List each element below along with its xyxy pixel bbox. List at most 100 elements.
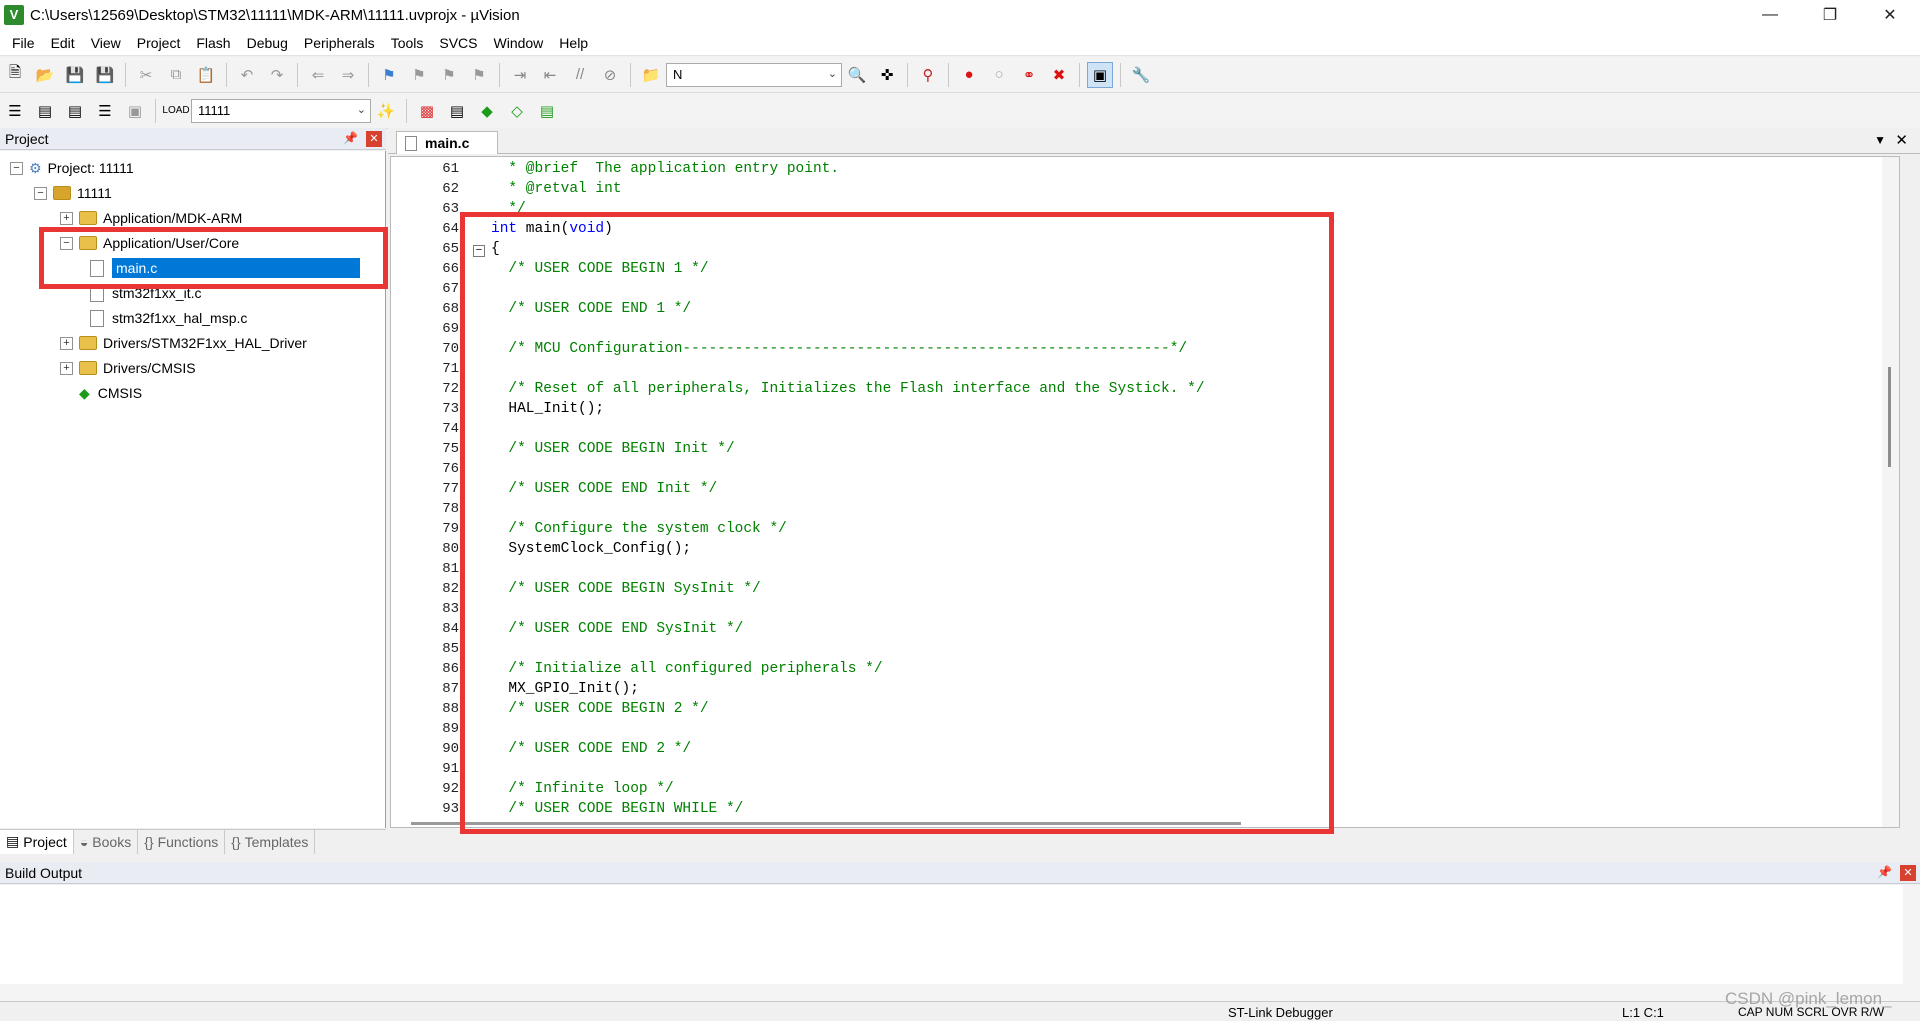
menu-flash[interactable]: Flash bbox=[188, 35, 238, 51]
incremental-find-icon[interactable]: ✜ bbox=[874, 62, 900, 88]
find-combo[interactable]: N ⌄ bbox=[666, 62, 842, 87]
paste-icon[interactable]: 📋 bbox=[193, 62, 219, 88]
undo-icon[interactable]: ↶ bbox=[234, 62, 260, 88]
tree-item[interactable]: − ⚙ Project: 11111 bbox=[10, 157, 134, 179]
bookmark-icon[interactable]: ⚑ bbox=[376, 62, 402, 88]
clear-bookmarks-icon[interactable]: ⚑ bbox=[466, 62, 492, 88]
disable-breakpoint-icon[interactable]: ○ bbox=[986, 62, 1012, 88]
tab-project[interactable]: ▤ Project bbox=[0, 829, 74, 854]
tab-main-c[interactable]: main.c bbox=[396, 131, 498, 154]
window-layout-icon[interactable]: ▣ bbox=[1087, 61, 1113, 88]
tree-item[interactable]: − Application/User/Core bbox=[60, 232, 239, 254]
line-number: 93 bbox=[442, 801, 459, 817]
menu-view[interactable]: View bbox=[83, 35, 129, 51]
save-all-icon[interactable]: 💾 bbox=[92, 62, 118, 88]
menu-svcs[interactable]: SVCS bbox=[431, 35, 485, 51]
translate-icon[interactable]: ☰ bbox=[2, 98, 28, 124]
new-file-icon[interactable]: 🗎 bbox=[2, 62, 28, 88]
fold-collapse-icon[interactable]: − bbox=[473, 245, 485, 257]
tab-books[interactable]: ◒ Books bbox=[74, 829, 139, 854]
rebuild-icon[interactable]: ▤ bbox=[62, 98, 88, 124]
minimize-button[interactable]: — bbox=[1740, 0, 1800, 30]
find-in-files-icon[interactable]: 📁 bbox=[638, 62, 664, 88]
collapse-icon[interactable]: − bbox=[34, 186, 47, 200]
pack-installer-icon[interactable]: ◇ bbox=[504, 98, 530, 124]
vertical-scroll-thumb[interactable] bbox=[1888, 367, 1891, 467]
horizontal-scroll-thumb[interactable] bbox=[411, 822, 1241, 825]
menu-tools[interactable]: Tools bbox=[383, 35, 432, 51]
close-window-button[interactable]: ✕ bbox=[1860, 0, 1920, 30]
chevron-down-icon: ⌄ bbox=[356, 103, 366, 116]
target-combo[interactable]: 11111 ⌄ bbox=[191, 98, 371, 123]
vertical-scrollbar[interactable] bbox=[1882, 157, 1899, 827]
line-number: 66 bbox=[442, 261, 459, 277]
pin-icon[interactable]: 📌 bbox=[343, 131, 358, 145]
next-bookmark-icon[interactable]: ⚑ bbox=[436, 62, 462, 88]
tree-item[interactable]: + Drivers/CMSIS bbox=[60, 357, 196, 379]
cut-icon[interactable]: ✂ bbox=[133, 62, 159, 88]
configure-icon[interactable]: 🔧 bbox=[1128, 62, 1154, 88]
tree-item[interactable]: + Drivers/STM32F1xx_HAL_Driver bbox=[60, 332, 307, 354]
restore-button[interactable]: ❐ bbox=[1800, 0, 1860, 30]
debug-session-icon[interactable]: ⚲ bbox=[915, 62, 941, 88]
code-editor[interactable]: 61 62 63 64 65 66 67 68 69 70 71 72 73 74 75 76 77 78 79 80… bbox=[390, 156, 1900, 828]
find-icon[interactable]: 🔍 bbox=[844, 62, 870, 88]
prev-bookmark-icon[interactable]: ⚑ bbox=[406, 62, 432, 88]
collapse-icon[interactable]: − bbox=[60, 236, 73, 250]
save-icon[interactable]: 💾 bbox=[62, 62, 88, 88]
pin-icon[interactable]: 📌 bbox=[1877, 865, 1892, 879]
line-number: 82 bbox=[442, 581, 459, 597]
download-icon[interactable]: LOAD bbox=[162, 98, 189, 124]
tree-item[interactable]: ◆ CMSIS bbox=[60, 382, 142, 404]
menu-debug[interactable]: Debug bbox=[239, 35, 296, 51]
select-packs-icon[interactable]: ◆ bbox=[474, 98, 500, 124]
build-output-panel[interactable] bbox=[0, 885, 1920, 1001]
tab-list-icon[interactable]: ▼ bbox=[1874, 133, 1886, 147]
redo-icon[interactable]: ↷ bbox=[264, 62, 290, 88]
close-icon[interactable]: ✕ bbox=[1900, 865, 1916, 881]
expand-icon[interactable]: + bbox=[60, 211, 73, 225]
menu-project[interactable]: Project bbox=[129, 35, 189, 51]
tab-functions[interactable]: {} Functions bbox=[138, 829, 226, 854]
comment-icon[interactable]: // bbox=[567, 62, 593, 88]
menu-peripherals[interactable]: Peripherals bbox=[296, 35, 383, 51]
open-folder-icon[interactable]: 📂 bbox=[32, 62, 58, 88]
tree-item[interactable]: main.c bbox=[90, 257, 360, 279]
clear-breakpoints-icon[interactable]: ✖ bbox=[1046, 62, 1072, 88]
nav-back-icon[interactable]: ⇐ bbox=[305, 62, 331, 88]
collapse-icon[interactable]: − bbox=[10, 161, 23, 175]
code-line: /* MCU Configuration--------------------… bbox=[491, 341, 1188, 357]
build-icon[interactable]: ▤ bbox=[32, 98, 58, 124]
tree-item[interactable]: stm32f1xx_it.c bbox=[90, 282, 201, 304]
tree-item[interactable]: − 11111 bbox=[34, 182, 112, 204]
manage-project-items-icon[interactable]: ▤ bbox=[444, 98, 470, 124]
run-time-env-icon[interactable]: ▤ bbox=[534, 98, 560, 124]
tree-item[interactable]: + Application/MDK-ARM bbox=[60, 207, 242, 229]
unindent-icon[interactable]: ⇤ bbox=[537, 62, 563, 88]
indent-icon[interactable]: ⇥ bbox=[507, 62, 533, 88]
build-horizontal-scrollbar[interactable] bbox=[0, 984, 1903, 1001]
breakpoint-icon[interactable]: ● bbox=[956, 62, 982, 88]
copy-icon[interactable]: ⧉ bbox=[163, 62, 189, 88]
file-icon bbox=[405, 135, 417, 151]
build-vertical-scrollbar[interactable] bbox=[1903, 885, 1920, 1001]
menu-window[interactable]: Window bbox=[486, 35, 552, 51]
kill-breakpoints-icon[interactable]: ⚭ bbox=[1016, 62, 1042, 88]
file-icon bbox=[90, 284, 104, 302]
uncomment-icon[interactable]: ⊘ bbox=[597, 62, 623, 88]
target-options-icon[interactable]: ✨ bbox=[373, 98, 399, 124]
expand-icon[interactable]: + bbox=[60, 361, 73, 375]
tab-templates[interactable]: {} Templates bbox=[225, 829, 316, 854]
nav-forward-icon[interactable]: ⇒ bbox=[335, 62, 361, 88]
menu-help[interactable]: Help bbox=[551, 35, 596, 51]
manage-components-icon[interactable]: ▩ bbox=[414, 98, 440, 124]
tree-item[interactable]: stm32f1xx_hal_msp.c bbox=[90, 307, 247, 329]
stop-build-icon[interactable]: ▣ bbox=[122, 98, 148, 124]
menu-file[interactable]: File bbox=[0, 35, 43, 51]
close-icon[interactable]: ✕ bbox=[366, 131, 382, 147]
close-tab-icon[interactable]: ✕ bbox=[1895, 131, 1908, 149]
menu-edit[interactable]: Edit bbox=[43, 35, 83, 51]
batch-build-icon[interactable]: ☰ bbox=[92, 98, 118, 124]
expand-icon[interactable]: + bbox=[60, 336, 73, 350]
line-number: 62 bbox=[442, 181, 459, 197]
